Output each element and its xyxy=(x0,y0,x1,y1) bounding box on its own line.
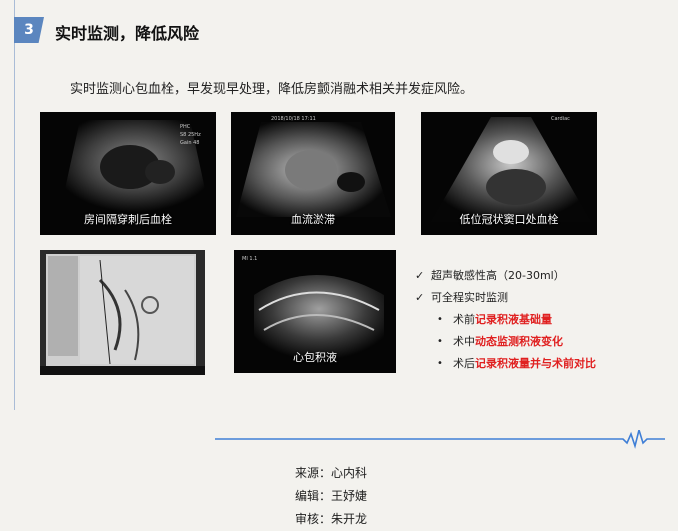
check-item: ✓ 可全程实时监测 xyxy=(415,286,596,308)
sub-item-postop: • 术后 记录积液量并与术前对比 xyxy=(415,352,596,374)
section-title: 实时监测，降低风险 xyxy=(55,24,200,43)
heartbeat-divider-line xyxy=(215,430,665,449)
image-caption: 房间隔穿刺后血栓 xyxy=(84,213,172,226)
image-caption: 心包积液 xyxy=(293,351,337,364)
sub-highlight: 记录积液量并与术前对比 xyxy=(475,357,596,370)
sub-highlight: 动态监测积液变化 xyxy=(475,335,563,348)
svg-text:S8 25Hz: S8 25Hz xyxy=(180,132,201,138)
sub-item-intraop: • 术中 动态监测积液变化 xyxy=(415,330,596,352)
check-icon: ✓ xyxy=(415,290,425,304)
sub-prefix: 术中 xyxy=(453,335,475,348)
intro-text: 实时监测心包血栓，早发现早处理，降低房颤消融术相关并发症风险。 xyxy=(70,82,474,97)
ultrasound-image-blood-stasis: 2018/10/18 17:11 血流淤滞 xyxy=(231,112,395,235)
fluoroscopy-graphic xyxy=(40,250,205,375)
svg-text:Gain 48: Gain 48 xyxy=(180,140,199,146)
ultrasound-image-coronary-sinus: Cardiac 低位冠状窦口处血栓 xyxy=(421,112,597,235)
section-number-badge: 3 xyxy=(14,17,44,43)
check-icon: ✓ xyxy=(415,268,425,282)
check-item: ✓ 超声敏感性高（20-30ml） xyxy=(415,264,596,286)
ultrasound-image-pericardial-effusion: MI 1.1 心包积液 xyxy=(234,250,396,373)
svg-text:MI 1.1: MI 1.1 xyxy=(242,256,257,262)
svg-text:Cardiac: Cardiac xyxy=(551,116,570,122)
sub-item-preop: • 术前 记录积液基础量 xyxy=(415,308,596,330)
bullet-dot-icon: • xyxy=(437,335,443,347)
svg-text:PHC: PHC xyxy=(180,124,191,130)
sub-highlight: 记录积液基础量 xyxy=(475,313,552,326)
image-caption: 低位冠状窦口处血栓 xyxy=(459,213,559,226)
check-text: 超声敏感性高（20-30ml） xyxy=(431,269,565,282)
credit-source: 来源：心内科 xyxy=(295,466,368,480)
bullet-dot-icon: • xyxy=(437,313,443,325)
credit-reviewer: 审核：朱开龙 xyxy=(295,512,368,526)
left-border-line xyxy=(14,0,15,410)
svg-text:2018/10/18 17:11: 2018/10/18 17:11 xyxy=(271,116,316,122)
feature-list: ✓ 超声敏感性高（20-30ml） ✓ 可全程实时监测 • 术前 记录积液基础量 … xyxy=(415,264,596,374)
image-caption: 血流淤滞 xyxy=(291,213,335,226)
credits: 来源：心内科 编辑：王妤婕 审核：朱开龙 xyxy=(295,462,367,531)
credit-editor: 编辑：王妤婕 xyxy=(295,489,368,503)
fluoroscopy-monitor-image xyxy=(40,250,205,375)
ultrasound-image-atrial-septum: PHC S8 25Hz Gain 48 房间隔穿刺后血栓 xyxy=(40,112,216,235)
check-text: 可全程实时监测 xyxy=(431,291,508,304)
sub-prefix: 术前 xyxy=(453,313,475,326)
bullet-dot-icon: • xyxy=(437,357,443,369)
sub-prefix: 术后 xyxy=(453,357,475,370)
